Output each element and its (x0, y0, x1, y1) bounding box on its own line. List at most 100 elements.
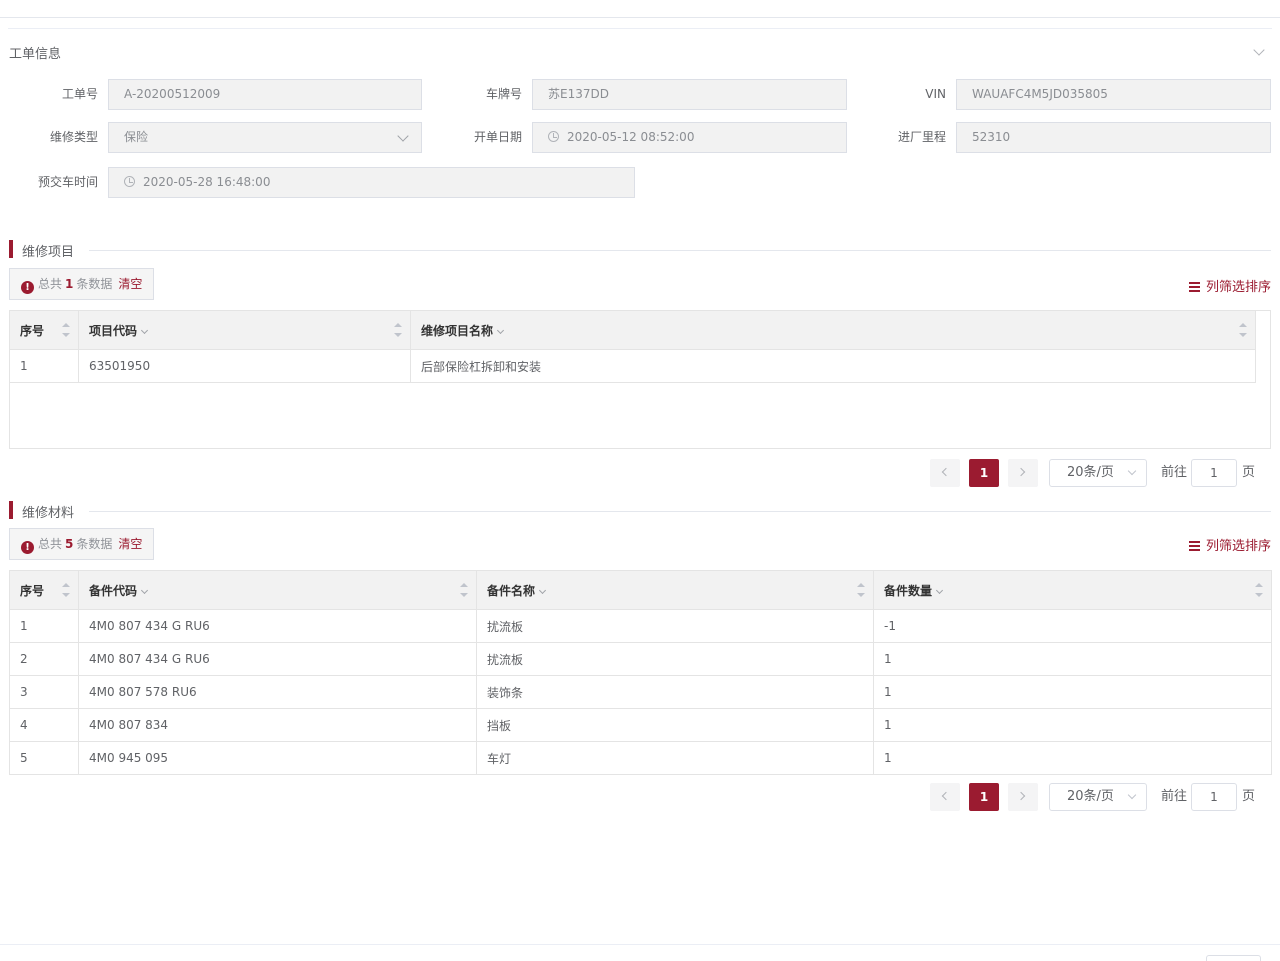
clear-button[interactable]: 清空 (118, 277, 142, 291)
page-suffix: 页 (1242, 465, 1256, 480)
goto-page-input[interactable]: 1 (1191, 459, 1237, 487)
chevron-right-icon (1016, 467, 1026, 477)
summary-count: 1 (65, 277, 74, 291)
cell-part-qty: -1 (873, 609, 1272, 643)
summary-prefix: 总共 (38, 537, 63, 551)
cell-index: 4 (9, 708, 79, 742)
form-row-1: 工单号 A-20200512009 车牌号 苏E137DD VIN WAUAFC… (0, 79, 1280, 111)
summary-suffix: 条数据 (76, 537, 113, 551)
delivery-time-label: 预交车时间 (37, 175, 98, 189)
title-accent-bar (9, 240, 13, 258)
table-row[interactable]: 2 4M0 807 434 G RU6 扰流板 1 (9, 642, 1272, 676)
cell-part-code: 4M0 807 434 G RU6 (78, 642, 477, 676)
table-header-row: 序号 备件代码 备件名称 备件数量 (9, 570, 1272, 610)
sort-icon[interactable] (1239, 323, 1247, 337)
clear-button[interactable]: 清空 (118, 537, 142, 551)
sort-icon[interactable] (394, 323, 402, 337)
table-row[interactable]: 3 4M0 807 578 RU6 装饰条 1 (9, 675, 1272, 709)
clock-icon (548, 131, 559, 142)
column-header-part-qty[interactable]: 备件数量 (873, 570, 1272, 610)
delivery-time-field[interactable]: 2020-05-28 16:48:00 (108, 167, 635, 198)
goto-page-input[interactable]: 1 (1191, 783, 1237, 811)
repair-materials-title: 维修材料 (9, 501, 1271, 521)
cell-part-code: 4M0 807 434 G RU6 (78, 609, 477, 643)
cell-part-qty: 1 (873, 675, 1272, 709)
open-date-field[interactable]: 2020-05-12 08:52:00 (532, 122, 847, 153)
open-date-value: 2020-05-12 08:52:00 (567, 130, 695, 144)
cell-part-code: 4M0 945 095 (78, 741, 477, 775)
cell-index: 1 (9, 349, 79, 383)
cell-part-code: 4M0 807 578 RU6 (78, 675, 477, 709)
next-page-button[interactable] (1008, 459, 1038, 487)
column-sort-button[interactable]: 列筛选排序 (1188, 276, 1271, 295)
goto-label: 前往 (1161, 465, 1188, 480)
mileage-field[interactable]: 52310 (956, 122, 1271, 153)
title-divider (89, 250, 1271, 251)
cell-part-name: 装饰条 (476, 675, 874, 709)
repair-items-summary: ! 总共 1 条数据 清空 (9, 268, 155, 300)
chevron-down-icon (397, 130, 409, 142)
chevron-down-icon (538, 586, 547, 594)
mileage-label: 进厂里程 (897, 130, 946, 144)
chevron-down-icon (496, 326, 505, 334)
cell-part-code: 4M0 807 834 (78, 708, 477, 742)
table-row[interactable]: 1 4M0 807 434 G RU6 扰流板 -1 (9, 609, 1272, 643)
goto-label: 前往 (1161, 789, 1188, 804)
chevron-down-icon (140, 326, 149, 334)
sort-icon[interactable] (62, 583, 70, 597)
collapse-chevron-icon[interactable] (1253, 44, 1265, 56)
plate-field[interactable]: 苏E137DD (532, 79, 847, 110)
column-header-item-name[interactable]: 维修项目名称 (410, 310, 1256, 350)
chevron-left-icon (941, 791, 951, 801)
footer-divider (0, 944, 1280, 945)
summary-count: 5 (65, 537, 74, 551)
top-divider-inner (8, 28, 1272, 29)
vin-label: VIN (925, 87, 946, 101)
column-header-part-code[interactable]: 备件代码 (78, 570, 477, 610)
repair-items-table: 序号 项目代码 维修项目名称 1 63501950 后部保险杠拆卸和安装 (9, 310, 1256, 383)
vin-field[interactable]: WAUAFC4M5JD035805 (956, 79, 1271, 110)
sort-icon[interactable] (857, 583, 865, 597)
work-order-section-header[interactable]: 工单信息 (9, 43, 1271, 63)
table-header-row: 序号 项目代码 维修项目名称 (9, 310, 1256, 350)
table-row[interactable]: 4 4M0 807 834 挡板 1 (9, 708, 1272, 742)
prev-page-button[interactable] (930, 783, 960, 811)
column-header-item-code[interactable]: 项目代码 (78, 310, 411, 350)
table-row[interactable]: 5 4M0 945 095 车灯 1 (9, 741, 1272, 775)
plate-label: 车牌号 (485, 87, 522, 101)
sort-icon[interactable] (62, 323, 70, 337)
section-title: 工单信息 (9, 47, 62, 62)
form-row-2: 维修类型 保险 开单日期 2020-05-12 08:52:00 进厂里程 52… (0, 122, 1280, 154)
current-page-button[interactable]: 1 (969, 459, 999, 487)
sort-icon[interactable] (1255, 583, 1263, 597)
page-size-select[interactable]: 20条/页 (1049, 783, 1147, 811)
summary-prefix: 总共 (38, 277, 63, 291)
info-icon: ! (21, 281, 34, 294)
column-sort-button[interactable]: 列筛选排序 (1188, 535, 1271, 554)
column-header-part-name[interactable]: 备件名称 (476, 570, 874, 610)
cell-part-name: 扰流板 (476, 642, 874, 676)
page-size-select[interactable]: 20条/页 (1049, 459, 1147, 487)
cell-item-code: 63501950 (78, 349, 411, 383)
column-sort-label: 列筛选排序 (1205, 539, 1271, 554)
sort-icon[interactable] (460, 583, 468, 597)
repair-items-title: 维修项目 (9, 240, 1271, 260)
repair-materials-title-text: 维修材料 (22, 506, 75, 521)
form-row-3: 预交车时间 2020-05-28 16:48:00 (0, 167, 1280, 199)
filter-list-icon (1188, 541, 1200, 551)
footer-button[interactable] (1206, 955, 1261, 961)
prev-page-button[interactable] (930, 459, 960, 487)
repair-materials-table: 序号 备件代码 备件名称 备件数量 1 4M0 807 434 G RU6 扰流… (9, 570, 1272, 775)
repair-type-select[interactable]: 保险 (108, 122, 422, 153)
next-page-button[interactable] (1008, 783, 1038, 811)
page-suffix: 页 (1242, 789, 1256, 804)
column-header-index[interactable]: 序号 (9, 570, 79, 610)
repair-type-label: 维修类型 (49, 130, 98, 144)
cell-index: 5 (9, 741, 79, 775)
summary-suffix: 条数据 (76, 277, 113, 291)
column-header-index[interactable]: 序号 (9, 310, 79, 350)
order-no-field[interactable]: A-20200512009 (108, 79, 422, 110)
current-page-button[interactable]: 1 (969, 783, 999, 811)
table-row[interactable]: 1 63501950 后部保险杠拆卸和安装 (9, 349, 1256, 383)
cell-index: 1 (9, 609, 79, 643)
